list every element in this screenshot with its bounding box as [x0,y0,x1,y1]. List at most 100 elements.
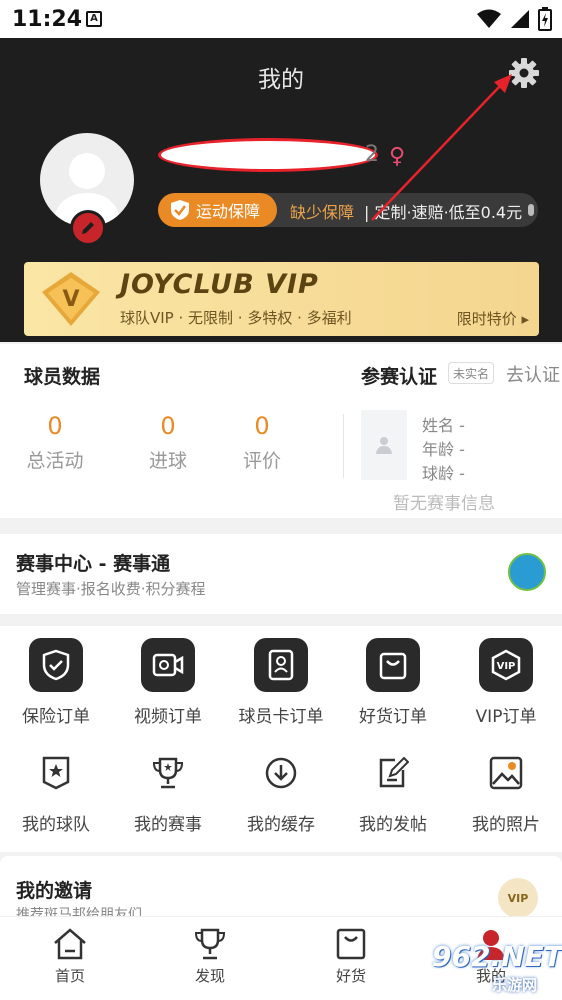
cert-title: 参赛认证 [361,366,438,388]
grid-item-my-posts[interactable]: 我的发帖 [337,746,449,835]
cert-status-badge: 未实名 [448,362,495,384]
stat-goals[interactable]: 0 进球 [123,412,213,473]
insurance-pill[interactable]: 运动保障 [158,193,277,227]
username-text: 2 [365,142,379,167]
battery-icon [538,7,552,31]
vip-icon: VIP [479,638,533,692]
invite-title: 我的邀请 [16,880,93,902]
insurance-pill-label: 运动保障 [196,202,261,221]
match-center-title: 赛事中心 - 赛事通 [16,553,171,575]
bag-icon [366,638,420,692]
match-center-card[interactable]: 赛事中心 - 赛事通 管理赛事·报名收费·积分赛程 [0,534,562,614]
grid-item-vip-orders[interactable]: VIP VIP订单 [450,638,562,727]
shield-icon [29,638,83,692]
grid-item-insurance-orders[interactable]: 保险订单 [0,638,112,727]
field-name: 姓名 - [422,416,465,435]
notification-icon: A [86,11,102,27]
stat-label: 总活动 [26,450,84,472]
field-age: 年龄 - [422,440,465,459]
watermark-main: 962.NET [432,940,562,973]
edit-icon [366,746,420,800]
svg-text:V: V [62,287,79,312]
stat-value: 0 [160,412,176,440]
trophy-icon [194,928,226,960]
vip-subtitle: 球队VIP · 无限制 · 多特权 · 多福利 [120,309,352,327]
grid-label: 球员卡订单 [238,707,324,727]
profile-header: 我的 2 ♀ 运动保障 缺少保障 | 定制·速赔·低至0.4元 V JOYCLU… [0,38,562,342]
grid-item-player-card-orders[interactable]: 球员卡订单 [225,638,337,727]
nav-home[interactable]: 首页 [20,927,120,986]
vip-diamond-logo-icon: V [42,272,100,326]
status-bar: 11:24 A [0,0,562,38]
insurance-bar[interactable]: 运动保障 缺少保障 | 定制·速赔·低至0.4元 [158,193,538,227]
bag-icon [336,928,366,960]
vip-badge-icon: VIP [498,878,538,918]
vip-brand: JOYCLUB VIP [120,269,319,300]
divider [343,414,344,478]
grid-label: 保险订单 [22,707,90,727]
shield-check-icon [171,200,189,220]
player-card-avatar [361,410,407,480]
function-grid: 保险订单 视频订单 球员卡订单 好货订单 VIP VIP订单 我的球队 我的赛事… [0,626,562,852]
more-indicator-icon [528,204,534,216]
grid-item-my-matches[interactable]: 我的赛事 [112,746,224,835]
nav-discover[interactable]: 发现 [160,927,260,986]
site-watermark: 962.NET 乐游网 [424,940,562,996]
player-card-icon [254,638,308,692]
stat-value: 0 [254,412,270,440]
settings-button[interactable] [507,56,541,90]
grid-label: 视频订单 [134,707,202,727]
grid-item-video-orders[interactable]: 视频订单 [112,638,224,727]
home-icon [54,928,86,960]
grid-label: 我的赛事 [134,815,202,835]
gear-icon [509,58,539,88]
grid-label: 好货订单 [359,707,427,727]
pencil-icon [82,222,94,234]
insurance-missing-label: 缺少保障 [290,203,355,222]
status-time: 11:24 [12,7,83,32]
cert-link[interactable]: 去认证 [506,361,560,387]
grid-label: 我的球队 [22,815,90,835]
match-center-subtitle: 管理赛事·报名收费·积分赛程 [16,580,206,598]
field-playing-years: 球龄 - [422,464,465,483]
grid-item-goods-orders[interactable]: 好货订单 [337,638,449,727]
grid-label: 我的缓存 [247,815,315,835]
photo-icon [479,746,533,800]
stat-label: 评价 [242,450,281,472]
grid-label: 我的发帖 [359,815,427,835]
edit-avatar-button[interactable] [70,210,106,246]
stat-total-activity[interactable]: 0 总活动 [10,412,100,473]
stat-label: 进球 [148,450,187,472]
stat-value: 0 [47,412,63,440]
status-icons [476,6,552,32]
nav-label: 首页 [54,967,85,985]
username-redacted [158,138,378,172]
signal-icon [511,10,529,28]
person-placeholder-icon [376,437,392,454]
grid-item-my-team[interactable]: 我的球队 [0,746,112,835]
vip-price-link[interactable]: 限时特价 ▸ [457,308,529,329]
grid-item-my-photos[interactable]: 我的照片 [450,746,562,835]
svg-text:VIP: VIP [497,661,516,672]
page-title: 我的 [258,67,304,93]
watermark-sub: 乐游网 [492,976,538,994]
nav-goods[interactable]: 好货 [301,927,401,986]
nav-label: 好货 [335,967,366,985]
no-match-info: 暂无赛事信息 [393,494,495,514]
download-icon [254,746,308,800]
match-center-logo-icon [508,553,546,591]
grid-label: VIP订单 [475,707,537,727]
player-data-card: 球员数据 0 总活动 0 进球 0 评价 参赛认证 未实名 去认证 姓名 - 年… [0,344,562,518]
wifi-icon [477,9,501,28]
insurance-offer-label: | 定制·速赔·低至0.4元 [364,203,523,222]
vip-banner[interactable]: V JOYCLUB VIP 球队VIP · 无限制 · 多特权 · 多福利 限时… [24,262,539,336]
video-icon [141,638,195,692]
stat-reviews[interactable]: 0 评价 [217,412,307,473]
trophy-icon [141,746,195,800]
grid-label: 我的照片 [472,815,540,835]
team-badge-icon [29,746,83,800]
nav-label: 发现 [194,967,225,985]
player-data-title: 球员数据 [24,366,101,388]
grid-item-my-cache[interactable]: 我的缓存 [225,746,337,835]
female-gender-icon: ♀ [389,144,406,169]
